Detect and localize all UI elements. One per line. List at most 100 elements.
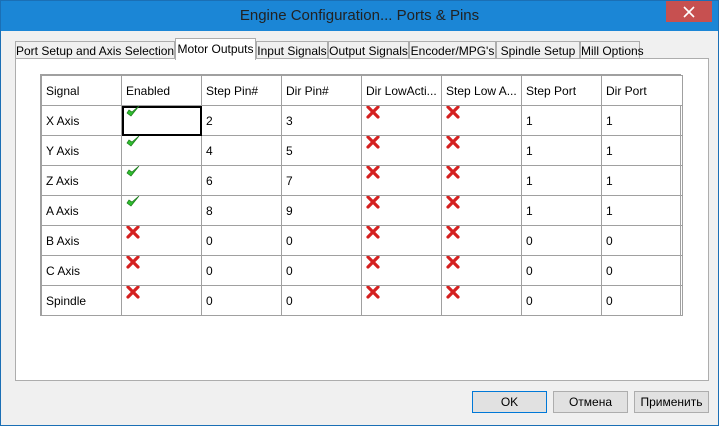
green-check-icon (126, 106, 140, 120)
table-row: C Axis 0 0 0 0 (41, 255, 683, 286)
col-header[interactable]: Dir Port (601, 75, 683, 106)
table-row: Spindle 0 0 0 0 (41, 285, 683, 316)
step-port-cell[interactable]: 1 (521, 105, 602, 136)
step-port-cell[interactable]: 0 (521, 255, 602, 286)
enabled-cell[interactable] (121, 195, 202, 226)
red-cross-icon (126, 286, 140, 300)
motor-outputs-panel: Signal Enabled Step Pin# Dir Pin# Dir Lo… (15, 58, 709, 381)
close-icon (683, 5, 695, 18)
row-header[interactable]: C Axis (41, 255, 122, 286)
step-port-cell[interactable]: 1 (521, 165, 602, 196)
tab-motor-outputs[interactable]: Motor Outputs (175, 38, 256, 60)
title-bar[interactable]: Engine Configuration... Ports & Pins (1, 1, 718, 31)
col-header[interactable]: Signal (41, 75, 122, 106)
dir-low-active-cell[interactable] (361, 195, 442, 226)
step-port-cell[interactable]: 1 (521, 135, 602, 166)
step-low-active-cell[interactable] (441, 105, 522, 136)
red-cross-icon (446, 256, 460, 270)
row-header[interactable]: X Axis (41, 105, 122, 136)
dir-port-cell[interactable]: 1 (601, 165, 683, 196)
dir-low-active-cell[interactable] (361, 165, 442, 196)
tab-input-signals[interactable]: Input Signals (256, 41, 328, 59)
step-low-active-cell[interactable] (441, 225, 522, 256)
enabled-cell[interactable] (121, 285, 202, 316)
close-button[interactable] (666, 1, 712, 22)
motor-outputs-table: Signal Enabled Step Pin# Dir Pin# Dir Lo… (41, 75, 683, 316)
enabled-cell[interactable] (121, 225, 202, 256)
dir-port-cell[interactable]: 1 (601, 105, 683, 136)
step-low-active-cell[interactable] (441, 285, 522, 316)
tab-output-signals[interactable]: Output Signals (328, 41, 409, 59)
green-check-icon (126, 136, 140, 150)
red-cross-icon (366, 136, 380, 150)
enabled-cell[interactable] (121, 255, 202, 286)
table-row: Y Axis 4 5 1 1 (41, 135, 683, 166)
dir-pin-cell[interactable]: 3 (281, 105, 362, 136)
table-row: A Axis 8 9 1 1 (41, 195, 683, 226)
step-low-active-cell[interactable] (441, 255, 522, 286)
dir-pin-cell[interactable]: 7 (281, 165, 362, 196)
dir-port-cell[interactable]: 1 (601, 135, 683, 166)
enabled-cell[interactable] (121, 135, 202, 166)
dir-pin-cell[interactable]: 0 (281, 225, 362, 256)
ok-button[interactable]: OK (472, 391, 547, 413)
col-header[interactable]: Step Low A... (441, 75, 522, 106)
col-header[interactable]: Dir Pin# (281, 75, 362, 106)
dir-low-active-cell[interactable] (361, 255, 442, 286)
row-header[interactable]: A Axis (41, 195, 122, 226)
dir-low-active-cell[interactable] (361, 105, 442, 136)
col-header[interactable]: Dir LowActi... (361, 75, 442, 106)
step-port-cell[interactable]: 0 (521, 225, 602, 256)
dir-low-active-cell[interactable] (361, 225, 442, 256)
step-low-active-cell[interactable] (441, 195, 522, 226)
red-cross-icon (366, 286, 380, 300)
table-row: B Axis 0 0 0 0 (41, 225, 683, 256)
dir-low-active-cell[interactable] (361, 285, 442, 316)
table-header-row: Signal Enabled Step Pin# Dir Pin# Dir Lo… (41, 75, 683, 106)
step-pin-cell[interactable]: 2 (201, 105, 282, 136)
col-header[interactable]: Enabled (121, 75, 202, 106)
col-header[interactable]: Step Pin# (201, 75, 282, 106)
green-check-icon (126, 196, 140, 210)
dir-pin-cell[interactable]: 0 (281, 285, 362, 316)
red-cross-icon (366, 106, 380, 120)
red-cross-icon (366, 256, 380, 270)
enabled-cell[interactable] (121, 105, 202, 136)
enabled-cell[interactable] (121, 165, 202, 196)
col-header[interactable]: Step Port (521, 75, 602, 106)
red-cross-icon (446, 106, 460, 120)
dir-pin-cell[interactable]: 0 (281, 255, 362, 286)
row-header[interactable]: Z Axis (41, 165, 122, 196)
tab-mill-options[interactable]: Mill Options (580, 41, 644, 59)
step-pin-cell[interactable]: 4 (201, 135, 282, 166)
row-header[interactable]: Spindle (41, 285, 122, 316)
step-low-active-cell[interactable] (441, 135, 522, 166)
red-cross-icon (446, 196, 460, 210)
step-low-active-cell[interactable] (441, 165, 522, 196)
tab-port-setup[interactable]: Port Setup and Axis Selection (15, 41, 175, 59)
green-check-icon (126, 166, 140, 180)
dir-port-cell[interactable]: 0 (601, 225, 683, 256)
step-port-cell[interactable]: 1 (521, 195, 602, 226)
row-header[interactable]: Y Axis (41, 135, 122, 166)
dir-port-cell[interactable]: 0 (601, 255, 683, 286)
step-port-cell[interactable]: 0 (521, 285, 602, 316)
dir-port-cell[interactable]: 0 (601, 285, 683, 316)
step-pin-cell[interactable]: 6 (201, 165, 282, 196)
step-pin-cell[interactable]: 0 (201, 255, 282, 286)
dir-low-active-cell[interactable] (361, 135, 442, 166)
red-cross-icon (446, 136, 460, 150)
cancel-button[interactable]: Отмена (553, 391, 628, 413)
motor-outputs-grid[interactable]: Signal Enabled Step Pin# Dir Pin# Dir Lo… (40, 74, 683, 316)
step-pin-cell[interactable]: 0 (201, 285, 282, 316)
tab-encoder-mpg[interactable]: Encoder/MPG's (409, 41, 496, 59)
row-header[interactable]: B Axis (41, 225, 122, 256)
step-pin-cell[interactable]: 0 (201, 225, 282, 256)
red-cross-icon (366, 226, 380, 240)
dir-port-cell[interactable]: 1 (601, 195, 683, 226)
tab-spindle-setup[interactable]: Spindle Setup (496, 41, 580, 59)
step-pin-cell[interactable]: 8 (201, 195, 282, 226)
apply-button[interactable]: Применить (634, 391, 709, 413)
dir-pin-cell[interactable]: 9 (281, 195, 362, 226)
dir-pin-cell[interactable]: 5 (281, 135, 362, 166)
